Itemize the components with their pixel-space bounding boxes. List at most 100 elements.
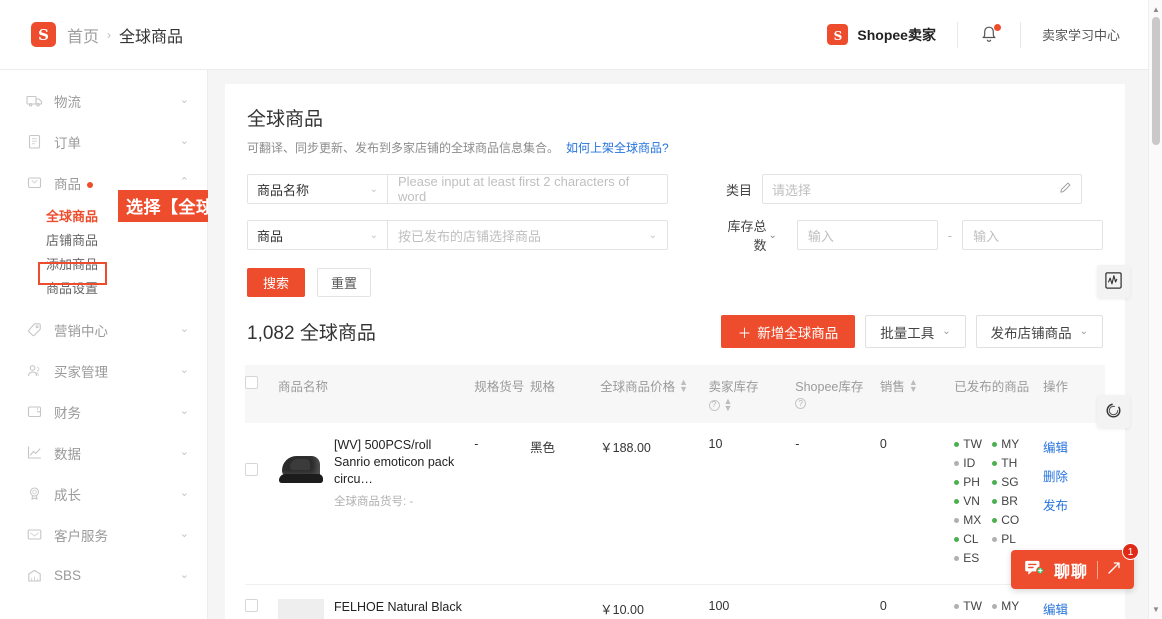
tag-icon [26, 321, 43, 338]
seller-learning-center-link[interactable]: 卖家学习中心 [1042, 25, 1120, 44]
product-field-select-value: 商品名称 [257, 182, 310, 198]
country-chip-vn: VN [954, 494, 988, 508]
col-product-name-label: 商品名称 [278, 380, 329, 394]
col-spec-sku-label: 规格货号 [474, 380, 525, 394]
notification-badge-dot [993, 23, 1001, 31]
help-tooltip-icon[interactable]: ? [708, 399, 720, 411]
chat-unread-badge: 1 [1122, 543, 1139, 560]
product-thumbnail[interactable] [278, 599, 325, 619]
activity-monitor-button[interactable] [1097, 265, 1130, 298]
sidebar-item-customer-service[interactable]: 客户服务 ⌄ [0, 514, 207, 555]
truck-icon [26, 92, 43, 109]
edit-action[interactable]: 编辑 [1043, 437, 1105, 456]
loading-circle-icon [1103, 400, 1124, 424]
sidebar-item-data-label: 数据 [54, 446, 81, 462]
expand-arrow-icon[interactable] [1107, 561, 1121, 578]
seller-portal-label[interactable]: Shopee卖家 [857, 25, 936, 45]
row-variation [530, 585, 600, 619]
sidebar-item-growth-label: 成长 [54, 487, 81, 503]
shop-product-select[interactable]: 按已发布的店铺选择商品 ⌄ [387, 220, 668, 250]
shop-field-select[interactable]: 商品 ⌄ [247, 220, 387, 250]
product-field-select[interactable]: 商品名称 ⌄ [247, 174, 387, 204]
refresh-spinner-button[interactable] [1097, 395, 1130, 428]
col-price[interactable]: 全球商品价格 ▲ ▼ [600, 365, 709, 423]
publish-shop-products-button[interactable]: 发布店铺商品 ⌄ [975, 315, 1103, 348]
sort-icon[interactable]: ▲ ▼ [679, 377, 688, 393]
sidebar-item-growth[interactable]: 成长 ⌄ [0, 473, 207, 514]
product-thumbnail[interactable] [278, 437, 325, 483]
reset-button[interactable]: 重置 [317, 268, 371, 297]
chevron-down-icon: ⌄ [179, 569, 189, 581]
country-chip-my: MY [992, 599, 1026, 613]
country-code: SG [1001, 475, 1019, 489]
table-row: FELHOE Natural Black ￥10.00 100 0 TW MY 编… [245, 585, 1105, 619]
bulk-tools-button[interactable]: 批量工具 ⌄ [865, 315, 966, 348]
add-global-product-button[interactable]: ＋ 新增全球商品 [720, 315, 856, 348]
sidebar-item-orders[interactable]: 订单 ⌄ [0, 121, 207, 162]
col-spec-sku: 规格货号 [474, 365, 530, 423]
help-tooltip-icon[interactable]: ? [795, 398, 807, 409]
category-select[interactable]: 请选择 [762, 174, 1083, 204]
sidebar-item-marketing[interactable]: 营销中心 ⌄ [0, 309, 207, 350]
help-link-how-to-list[interactable]: 如何上架全球商品? [566, 141, 669, 155]
top-header-bar: S 首页 › 全球商品 S Shopee卖家 卖家学习中心 [0, 0, 1148, 70]
sidebar-item-product-settings[interactable]: 商品设置 [0, 275, 207, 299]
sidebar-item-finance[interactable]: 财务 ⌄ [0, 391, 207, 432]
search-button[interactable]: 搜索 [247, 268, 305, 297]
category-placeholder: 请选择 [772, 182, 812, 198]
col-sales[interactable]: 销售 ▲ ▼ [879, 365, 955, 423]
sidebar-item-sbs[interactable]: SBS ⌄ [0, 555, 207, 596]
stock-max-input[interactable]: 输入 [962, 220, 1104, 250]
publish-action[interactable]: 发布 [1043, 495, 1105, 514]
sidebar-item-add-product[interactable]: 添加商品 [0, 251, 207, 275]
col-variation-label: 规格 [529, 380, 555, 394]
select-all-checkbox[interactable] [245, 376, 258, 389]
chevron-down-icon: ⌄ [369, 229, 378, 241]
status-dot [954, 517, 960, 523]
product-name[interactable]: [WV] 500PCS/roll Sanrio emoticon pack ci… [334, 437, 469, 488]
filter-row-1: 商品名称 ⌄ Please input at least first 2 cha… [247, 174, 1103, 204]
row-spec-sku [474, 585, 530, 619]
product-keyword-input[interactable]: Please input at least first 2 characters… [387, 174, 668, 204]
stock-total-label-text: 库存总数 [727, 219, 767, 253]
sidebar-item-logistics[interactable]: 物流 ⌄ [0, 80, 207, 121]
country-code: MX [963, 513, 982, 527]
products-red-dot [87, 181, 93, 188]
pencil-icon[interactable] [1059, 181, 1072, 197]
sidebar-item-shop-products[interactable]: 店铺商品 [0, 227, 207, 251]
col-seller-stock[interactable]: 卖家库存 ? ▲ ▼ [708, 365, 796, 423]
row-checkbox[interactable] [245, 599, 258, 612]
sidebar-nav: 物流 ⌄ 订单 ⌄ 商品 ⌃ 全球商品 店铺商品 添加商品 商品设置 营销中心 [0, 70, 208, 619]
stock-total-label[interactable]: 库存总数 ⌄ [718, 216, 776, 254]
sidebar-item-buyer-management[interactable]: 买家管理 ⌄ [0, 350, 207, 391]
delete-action[interactable]: 删除 [1043, 466, 1105, 485]
country-code: VN [963, 494, 980, 508]
row-product-cell: [WV] 500PCS/roll Sanrio emoticon pack ci… [278, 423, 474, 585]
shop-field-select-value: 商品 [257, 228, 284, 244]
seller-portal-logo-icon[interactable]: S [827, 24, 849, 45]
chat-divider [1097, 560, 1098, 579]
scroll-down-arrow-icon[interactable]: ▼ [1149, 602, 1162, 617]
stock-min-input[interactable]: 输入 [796, 220, 938, 250]
row-sales: 0 [879, 599, 887, 613]
product-name[interactable]: FELHOE Natural Black [334, 599, 462, 616]
sidebar-item-data[interactable]: 数据 ⌄ [0, 432, 207, 473]
scrollbar-thumb[interactable] [1152, 17, 1160, 145]
category-label: 类目 [726, 182, 753, 198]
notification-bell-icon[interactable] [979, 23, 1001, 46]
shopee-logo-icon[interactable]: S [31, 22, 56, 47]
country-chip-cl: CL [954, 532, 988, 546]
row-checkbox[interactable] [245, 463, 258, 476]
sort-icon[interactable]: ▲ ▼ [724, 397, 733, 413]
row-published-countries: TW MY [954, 585, 1043, 619]
country-chip-co: CO [992, 513, 1026, 527]
col-actions-label: 操作 [1043, 380, 1069, 394]
edit-action[interactable]: 编辑 [1043, 599, 1105, 618]
col-shopee-stock-label: Shopee库存 [795, 380, 864, 394]
breadcrumb-home[interactable]: 首页 [67, 23, 99, 47]
page-scrollbar[interactable]: ▲ ▼ [1148, 0, 1162, 619]
chat-widget[interactable]: 聊聊 1 [1010, 543, 1139, 589]
stock-max-placeholder: 输入 [973, 228, 1000, 244]
scroll-up-arrow-icon[interactable]: ▲ [1149, 2, 1162, 17]
sort-icon[interactable]: ▲ ▼ [909, 377, 918, 393]
